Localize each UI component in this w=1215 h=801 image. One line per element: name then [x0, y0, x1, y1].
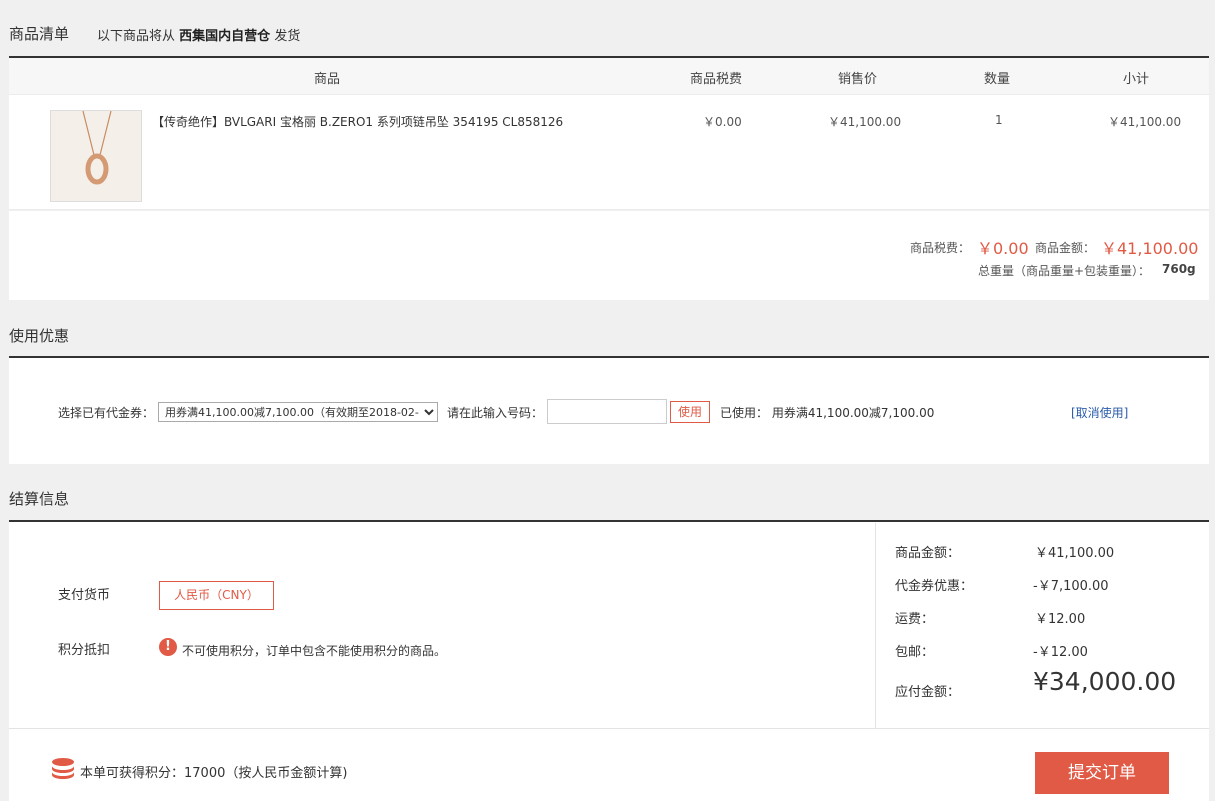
- coupon-discount-value: -￥7,100.00: [1033, 579, 1109, 594]
- used-label: 已使用：: [720, 406, 769, 420]
- coupon-code-input[interactable]: [547, 399, 667, 424]
- items-summary: [9, 211, 1209, 300]
- coins-icon: [51, 758, 75, 783]
- payable-label: 应付金额：: [895, 685, 961, 700]
- coupon-discount-label: 代金券优惠：: [895, 579, 974, 594]
- ship-info: 以下商品将从 西集国内自营仓 发货: [97, 25, 300, 44]
- coupon-select[interactable]: 用券满41,100.00减7,100.00（有效期至2018-02-: [158, 402, 438, 422]
- goods-amount-label: 商品金额：: [895, 546, 961, 561]
- divider: [9, 728, 1209, 729]
- earn-points-text: 本单可获得积分：17000（按人民币金额计算): [80, 766, 348, 781]
- section-title-coupon: 使用优惠: [9, 327, 70, 345]
- weight-label: 总重量（商品重量+包装重量）：: [978, 264, 1151, 278]
- ship-suffix: 发货: [274, 29, 301, 44]
- divider: [875, 523, 876, 728]
- weight-value: 760g: [1162, 262, 1196, 276]
- col-price: 销售价: [838, 72, 878, 87]
- settlement-panel: [9, 522, 1209, 801]
- amount-label: 商品金额：: [1035, 241, 1096, 255]
- row-qty: 1: [995, 113, 1003, 127]
- row-subtotal: ￥41,100.00: [1108, 115, 1182, 129]
- used-coupon-info: 已使用： 用券满41,100.00减7,100.00: [720, 404, 934, 421]
- section-title-items: 商品清单: [9, 25, 70, 43]
- code-label: 请在此输入号码：: [447, 406, 544, 420]
- product-name[interactable]: 【传奇绝作】BVLGARI 宝格丽 B.ZERO1 系列项链吊坠 354195 …: [152, 113, 563, 130]
- free-shipping-label: 包邮：: [895, 645, 935, 660]
- col-product: 商品: [314, 72, 341, 87]
- ship-prefix: 以下商品将从: [97, 29, 176, 44]
- warehouse-name: 西集国内自营仓: [179, 29, 271, 44]
- free-shipping-value: -￥12.00: [1033, 645, 1088, 660]
- shipping-value: ￥12.00: [1035, 612, 1086, 627]
- goods-amount-value: ￥41,100.00: [1035, 546, 1115, 561]
- coupon-select-label: 选择已有代金券：: [58, 406, 155, 420]
- points-label: 积分抵扣: [58, 643, 111, 658]
- tax-label: 商品税费：: [910, 241, 971, 255]
- points-warning: 不可使用积分，订单中包含不能使用积分的商品。: [182, 644, 447, 658]
- col-subtotal: 小计: [1123, 72, 1150, 87]
- tax-total: ￥0.00: [977, 239, 1029, 258]
- product-image[interactable]: [50, 110, 142, 202]
- payable-value: ¥34,000.00: [1033, 667, 1177, 696]
- col-tax: 商品税费: [690, 72, 743, 87]
- cancel-coupon-link[interactable]: [取消使用]: [1071, 404, 1128, 421]
- used-value: 用券满41,100.00减7,100.00: [771, 406, 935, 420]
- col-qty: 数量: [984, 72, 1011, 87]
- section-title-settlement: 结算信息: [9, 490, 70, 508]
- amount-total: ￥41,100.00: [1101, 239, 1199, 258]
- submit-order-button[interactable]: 提交订单: [1035, 752, 1169, 794]
- table-header: 商品 商品税费 销售价 数量 小计: [9, 58, 1209, 95]
- row-tax: ￥0.00: [703, 115, 742, 129]
- use-coupon-button[interactable]: 使用: [670, 401, 710, 423]
- currency-label: 支付货币: [58, 588, 111, 603]
- row-price: ￥41,100.00: [828, 115, 902, 129]
- shipping-label: 运费：: [895, 612, 935, 627]
- warning-icon: !: [159, 638, 177, 656]
- currency-option-cny[interactable]: 人民币（CNY）: [159, 581, 274, 610]
